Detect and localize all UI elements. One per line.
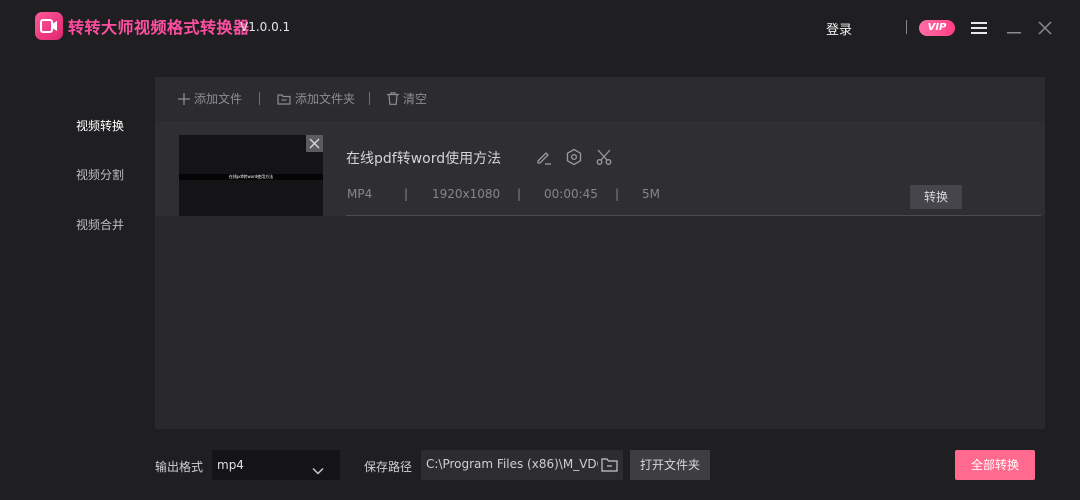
sidebar-item-video-merge[interactable]: 视频合并	[76, 216, 124, 233]
close-icon[interactable]	[1037, 20, 1053, 36]
folder-icon[interactable]	[601, 457, 618, 476]
folder-minus-icon	[277, 93, 291, 105]
video-thumbnail: 在线pdf转word使用方法	[179, 135, 323, 216]
login-button[interactable]: 登录	[826, 19, 852, 38]
file-duration: 00:00:45	[544, 187, 598, 201]
settings-icon[interactable]	[565, 148, 583, 170]
thumbnail-caption: 在线pdf转word使用方法	[228, 174, 274, 179]
sidebar-item-video-split[interactable]: 视频分割	[76, 166, 124, 183]
meta-divider: |	[517, 187, 522, 201]
file-size: 5M	[642, 187, 660, 201]
file-format: MP4	[347, 187, 373, 201]
app-title: 转转大师视频格式转换器	[68, 18, 250, 37]
menu-icon[interactable]	[971, 20, 987, 34]
file-resolution: 1920x1080	[432, 187, 501, 201]
add-folder-button[interactable]: 添加文件夹	[277, 90, 355, 107]
add-file-button[interactable]: 添加文件	[178, 90, 242, 107]
minimize-icon[interactable]	[1007, 22, 1021, 34]
output-format-label: 输出格式	[155, 460, 204, 474]
plus-icon	[178, 92, 190, 105]
row-divider	[346, 215, 1041, 216]
edit-icon[interactable]	[535, 148, 553, 170]
meta-divider: |	[615, 187, 620, 201]
toolbar-divider	[259, 92, 260, 105]
remove-file-icon[interactable]	[306, 135, 323, 152]
file-name: 在线pdf转word使用方法	[346, 151, 502, 167]
add-folder-label: 添加文件夹	[295, 92, 356, 106]
save-path-value: C:\Program Files (x86)\M_VDC	[426, 457, 598, 471]
app-version: V1.0.0.1	[240, 20, 291, 34]
toolbar-divider	[369, 92, 370, 105]
app-logo-icon	[35, 12, 63, 40]
meta-divider: |	[404, 187, 409, 201]
clear-button[interactable]: 清空	[387, 90, 427, 107]
chevron-down-icon[interactable]	[312, 460, 324, 479]
output-format-value: mp4	[217, 458, 244, 472]
scissors-icon[interactable]	[595, 148, 613, 170]
trash-icon	[387, 92, 399, 105]
convert-all-button[interactable]: 全部转换	[955, 450, 1035, 480]
titlebar-divider	[906, 20, 907, 34]
save-path-label: 保存路径	[364, 460, 413, 474]
clear-label: 清空	[403, 92, 428, 106]
add-file-label: 添加文件	[194, 92, 243, 106]
convert-button[interactable]: 转换	[910, 185, 962, 209]
vip-badge[interactable]: VIP	[919, 20, 955, 36]
sidebar-item-video-convert[interactable]: 视频转换	[76, 117, 124, 134]
open-folder-button[interactable]: 打开文件夹	[630, 450, 710, 480]
